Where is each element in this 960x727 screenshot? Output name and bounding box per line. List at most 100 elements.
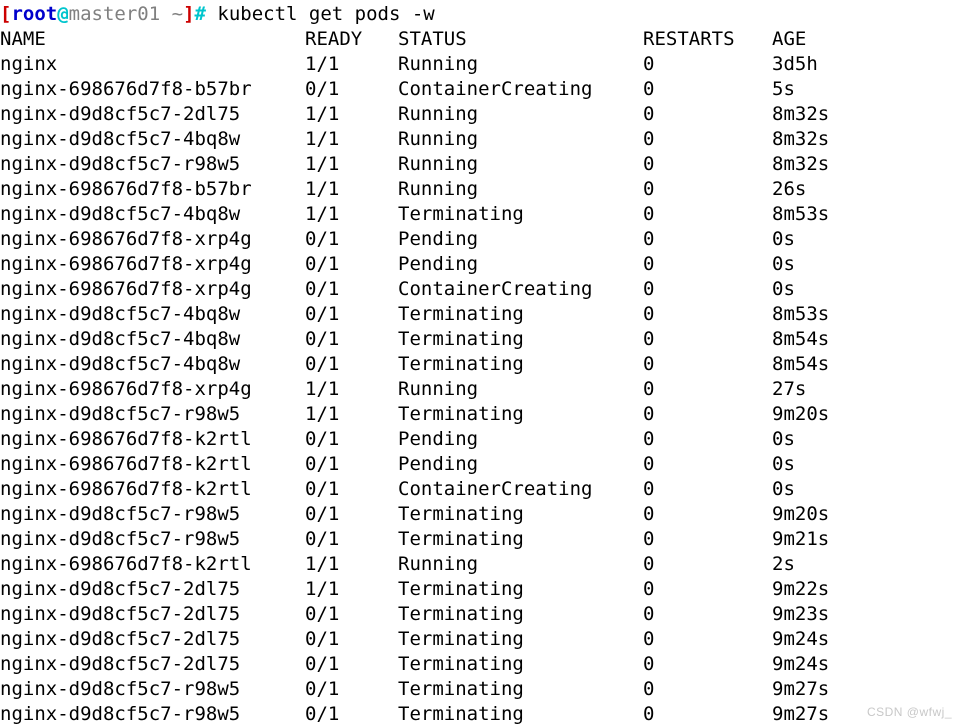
cell-age: 0s [772,228,795,250]
cell-restarts: 0 [643,153,655,175]
cell-name: nginx-698676d7f8-b57br [0,78,252,100]
table-row: nginx-d9d8cf5c7-2dl75 0/1 Terminating 0 9m24… [0,627,960,652]
cell-name: nginx-d9d8cf5c7-4bq8w [0,128,241,150]
cell-status: Running [398,553,479,575]
cell-ready: 0/1 [305,678,340,700]
cell-age: 0s [772,278,795,300]
cell-ready: 1/1 [305,103,340,125]
table-row: nginx-698676d7f8-xrp4g 1/1 Running 0 27s [0,377,960,402]
table-row: nginx-698676d7f8-xrp4g 0/1 ContainerCreati… [0,277,960,302]
cell-age: 9m24s [772,628,830,650]
cell-age: 8m32s [772,128,830,150]
cell-status: Terminating [398,578,524,600]
cell-status: Running [398,53,479,75]
table-row: nginx-d9d8cf5c7-2dl75 1/1 Terminating 0 9m22… [0,577,960,602]
cell-age: 8m32s [772,103,830,125]
prompt-username: root [11,3,58,25]
prompt-close-bracket: ] [183,3,195,25]
cell-ready: 1/1 [305,403,340,425]
cell-restarts: 0 [643,603,655,625]
terminal-window[interactable]: [root@master01 ~]# kubectl get pods -w N… [0,0,960,725]
table-row: nginx-d9d8cf5c7-4bq8w 1/1 Terminating 0 8m53… [0,202,960,227]
cell-ready: 1/1 [305,178,340,200]
cell-restarts: 0 [643,703,655,725]
prompt-open-bracket: [ [0,3,12,25]
table-row: nginx-d9d8cf5c7-4bq8w 1/1 Running 0 8m32s [0,127,960,152]
cell-restarts: 0 [643,203,655,225]
cell-name: nginx-d9d8cf5c7-r98w5 [0,153,241,175]
cell-name: nginx-698676d7f8-xrp4g [0,278,252,300]
cell-status: ContainerCreating [398,478,593,500]
cell-age: 27s [772,378,807,400]
cell-age: 9m22s [772,578,830,600]
cell-ready: 0/1 [305,228,340,250]
cell-status: Terminating [398,203,524,225]
cell-age: 2s [772,553,795,575]
cell-restarts: 0 [643,503,655,525]
cell-restarts: 0 [643,578,655,600]
cell-ready: 0/1 [305,78,340,100]
cell-name: nginx-d9d8cf5c7-4bq8w [0,203,241,225]
cell-restarts: 0 [643,428,655,450]
cell-status: Terminating [398,653,524,675]
column-header-age: AGE [772,28,807,50]
cell-status: Terminating [398,628,524,650]
cell-age: 0s [772,428,795,450]
cell-name: nginx-698676d7f8-k2rtl [0,478,252,500]
cell-ready: 1/1 [305,153,340,175]
cell-age: 9m21s [772,528,830,550]
cell-name: nginx-698676d7f8-k2rtl [0,453,252,475]
cell-ready: 0/1 [305,428,340,450]
table-row: nginx-d9d8cf5c7-r98w5 0/1 Terminating 0 9m27… [0,702,960,727]
cell-ready: 0/1 [305,628,340,650]
cell-age: 8m53s [772,303,830,325]
cell-name: nginx-698676d7f8-b57br [0,178,252,200]
cell-ready: 1/1 [305,578,340,600]
table-row: nginx-698676d7f8-b57br 0/1 ContainerCreati… [0,77,960,102]
cell-name: nginx-d9d8cf5c7-2dl75 [0,603,241,625]
cell-ready: 0/1 [305,328,340,350]
cell-restarts: 0 [643,228,655,250]
cell-ready: 1/1 [305,203,340,225]
cell-age: 9m20s [772,403,830,425]
table-row: nginx-698676d7f8-k2rtl 0/1 Pending 0 0s [0,452,960,477]
table-row: nginx-d9d8cf5c7-r98w5 0/1 Terminating 0 9m27… [0,677,960,702]
table-row: nginx-d9d8cf5c7-2dl75 0/1 Terminating 0 9m23… [0,602,960,627]
cell-ready: 1/1 [305,553,340,575]
cell-status: Terminating [398,353,524,375]
table-row: nginx-d9d8cf5c7-4bq8w 0/1 Terminating 0 8m53… [0,302,960,327]
command-input[interactable]: kubectl get pods -w [206,3,434,25]
cell-status: Pending [398,453,479,475]
column-header-name: NAME [0,28,46,50]
table-row: nginx-d9d8cf5c7-r98w5 1/1 Running 0 8m32s [0,152,960,177]
cell-age: 9m27s [772,703,830,725]
table-row: nginx 1/1 Running 0 3d5h [0,52,960,77]
cell-name: nginx-d9d8cf5c7-2dl75 [0,103,241,125]
cell-age: 8m54s [772,353,830,375]
cell-ready: 0/1 [305,303,340,325]
cell-name: nginx-d9d8cf5c7-2dl75 [0,653,241,675]
cell-ready: 0/1 [305,603,340,625]
cell-restarts: 0 [643,53,655,75]
cell-restarts: 0 [643,453,655,475]
cell-age: 5s [772,78,795,100]
cell-ready: 0/1 [305,278,340,300]
cell-status: Terminating [398,703,524,725]
table-header-row: NAME READY STATUS RESTARTS AGE [0,27,960,52]
cell-status: Running [398,378,479,400]
cell-name: nginx [0,53,58,75]
cell-status: Running [398,103,479,125]
cell-ready: 0/1 [305,453,340,475]
cell-status: ContainerCreating [398,78,593,100]
column-header-restarts: RESTARTS [643,28,735,50]
cell-ready: 0/1 [305,503,340,525]
cell-age: 0s [772,478,795,500]
cell-restarts: 0 [643,553,655,575]
cell-name: nginx-698676d7f8-xrp4g [0,228,252,250]
cell-restarts: 0 [643,103,655,125]
table-row: nginx-698676d7f8-b57br 1/1 Running 0 26s [0,177,960,202]
table-row: nginx-d9d8cf5c7-2dl75 1/1 Running 0 8m32s [0,102,960,127]
cell-name: nginx-698676d7f8-xrp4g [0,378,252,400]
table-row: nginx-698676d7f8-xrp4g 0/1 Pending 0 0s [0,252,960,277]
cell-ready: 0/1 [305,528,340,550]
